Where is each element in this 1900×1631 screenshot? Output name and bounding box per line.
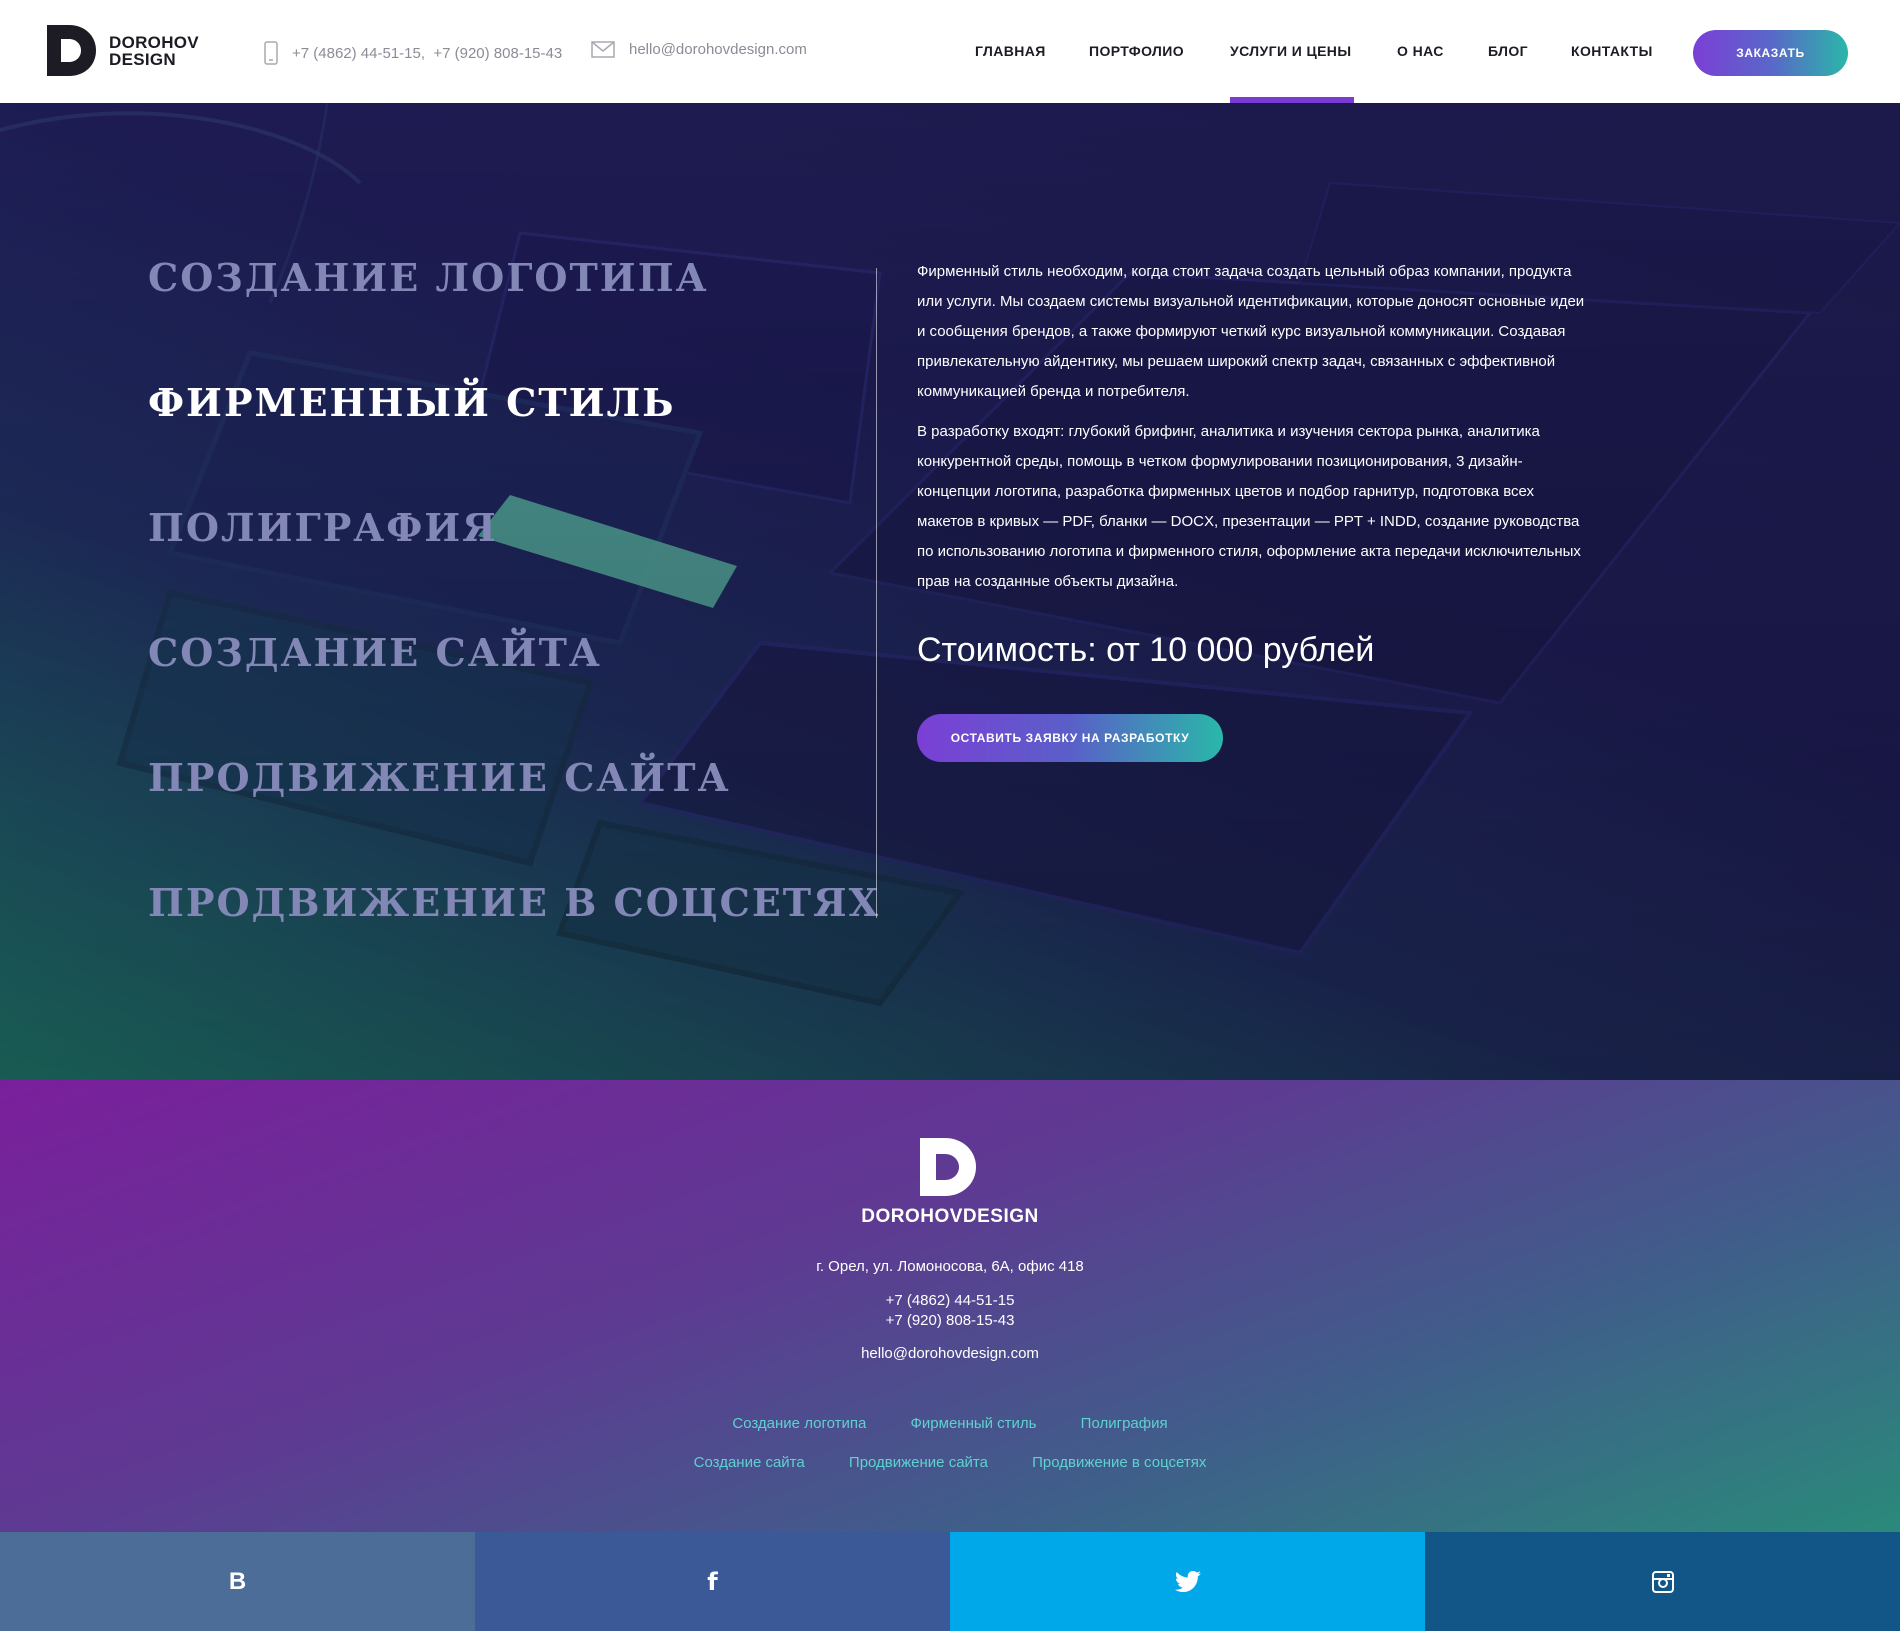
vk-icon: В [228, 1567, 247, 1595]
service-social-promotion[interactable]: ПРОДВИЖЕНИЕ В СОЦСЕТЯХ [148, 880, 880, 925]
footer-link-logo-design[interactable]: Создание логотипа [732, 1415, 866, 1432]
social-instagram-button[interactable] [1425, 1532, 1900, 1631]
order-button[interactable]: ЗАКАЗАТЬ [1693, 30, 1848, 76]
logo-d-icon [47, 25, 96, 76]
service-website-promotion[interactable]: ПРОДВИЖЕНИЕ САЙТА [148, 755, 731, 800]
header-phones: +7 (4862) 44-51-15, +7 (920) 808-15-43 [264, 41, 562, 65]
phone-icon [264, 41, 278, 65]
footer-link-website-promotion[interactable]: Продвижение сайта [849, 1454, 988, 1471]
footer-link-website-creation[interactable]: Создание сайта [694, 1454, 805, 1471]
footer-link-corporate-identity[interactable]: Фирменный стиль [911, 1415, 1037, 1432]
apply-button[interactable]: ОСТАВИТЬ ЗАЯВКУ НА РАЗРАБОТКУ [917, 714, 1223, 762]
footer-address: г. Орел, ул. Ломоносова, 6А, офис 418 [816, 1258, 1084, 1275]
nav-home[interactable]: ГЛАВНАЯ [975, 43, 1046, 59]
social-facebook-button[interactable]: f [475, 1532, 950, 1631]
nav-blog[interactable]: БЛОГ [1488, 43, 1528, 59]
site-footer: DOROHOVDESIGN г. Орел, ул. Ломоносова, 6… [0, 1080, 1900, 1532]
site-header: DOROHOV DESIGN +7 (4862) 44-51-15, +7 (9… [0, 0, 1900, 103]
service-printing[interactable]: ПОЛИГРАФИЯ [148, 505, 498, 550]
email-link[interactable]: hello@dorohovdesign.com [629, 41, 807, 58]
phones-text[interactable]: +7 (4862) 44-51-15, +7 (920) 808-15-43 [292, 45, 562, 62]
brand-line-2: DESIGN [109, 49, 176, 69]
footer-phone-1[interactable]: +7 (4862) 44-51-15 [0, 1292, 1900, 1309]
header-email: hello@dorohovdesign.com [591, 41, 807, 58]
brand-logo[interactable]: DOROHOV DESIGN [47, 25, 199, 76]
service-price: Стоимость: от 10 000 рублей [917, 631, 1375, 669]
nav-contacts[interactable]: КОНТАКТЫ [1571, 43, 1653, 59]
services-hero: СОЗДАНИЕ ЛОГОТИПА ФИРМЕННЫЙ СТИЛЬ ПОЛИГР… [0, 103, 1900, 1080]
mail-icon [591, 41, 615, 58]
nav-about[interactable]: О НАС [1397, 43, 1444, 59]
footer-link-social-promotion[interactable]: Продвижение в соцсетях [1032, 1454, 1206, 1471]
social-twitter-button[interactable] [950, 1532, 1425, 1631]
service-corporate-identity[interactable]: ФИРМЕННЫЙ СТИЛЬ [148, 380, 676, 425]
brand-name: DOROHOV DESIGN [109, 34, 199, 68]
twitter-icon [1174, 1571, 1201, 1592]
nav-services[interactable]: УСЛУГИ И ЦЕНЫ [1230, 43, 1351, 59]
footer-brand-name: DOROHOVDESIGN [861, 1206, 1039, 1227]
social-vk-button[interactable]: В [0, 1532, 475, 1631]
nav-portfolio[interactable]: ПОРТФОЛИО [1089, 43, 1184, 59]
vertical-divider [876, 268, 877, 918]
footer-links-row-1: Создание логотипа Фирменный стиль Полигр… [0, 1415, 1900, 1432]
facebook-icon: f [707, 1567, 718, 1596]
footer-links-row-2: Создание сайта Продвижение сайта Продвиж… [0, 1454, 1900, 1471]
brand-line-1: DOROHOV [109, 32, 199, 52]
instagram-icon [1651, 1570, 1674, 1593]
footer-phone-2[interactable]: +7 (920) 808-15-43 [0, 1312, 1900, 1329]
service-description-1: Фирменный стиль необходим, когда стоит з… [917, 263, 1585, 400]
social-bar: В f [0, 1532, 1900, 1631]
service-website-creation[interactable]: СОЗДАНИЕ САЙТА [148, 630, 602, 675]
footer-email[interactable]: hello@dorohovdesign.com [0, 1345, 1900, 1362]
footer-link-printing[interactable]: Полиграфия [1081, 1415, 1168, 1432]
service-description-2: В разработку входят: глубокий брифинг, а… [917, 423, 1581, 590]
service-logo-design[interactable]: СОЗДАНИЕ ЛОГОТИПА [148, 255, 709, 300]
footer-logo-d-icon[interactable] [920, 1138, 976, 1196]
